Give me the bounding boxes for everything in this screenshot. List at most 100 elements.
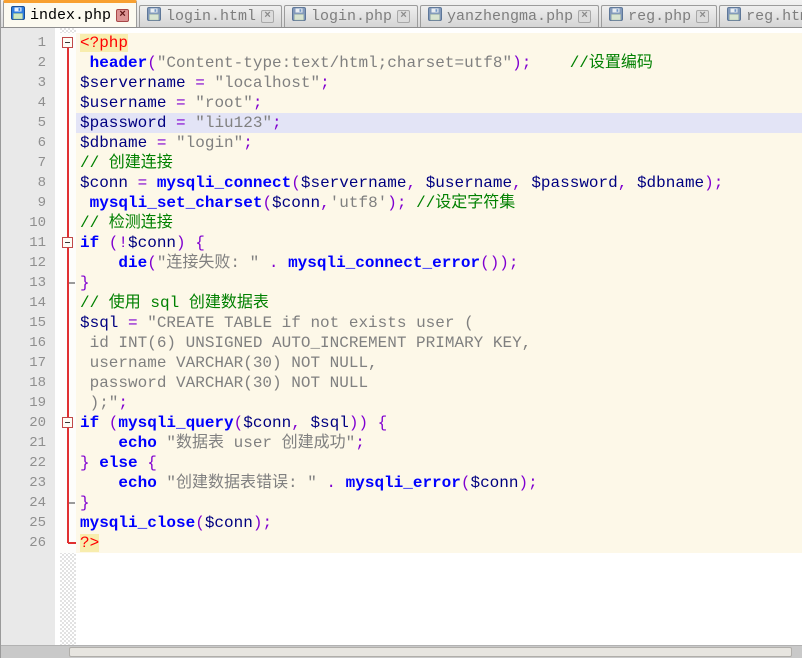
line-number[interactable]: 2 (1, 53, 55, 73)
code-line-3[interactable]: $servername = "localhost"; (76, 73, 802, 93)
code-token: ( (262, 194, 272, 212)
tab-label: reg.html (746, 8, 802, 25)
code-token: $conn (205, 514, 253, 532)
code-token (80, 194, 90, 212)
code-token: $servername (301, 174, 407, 192)
tab-label: login.html (166, 8, 256, 25)
code-token: mysqli_connect_error (288, 254, 480, 272)
code-line-19[interactable]: );"; (76, 393, 802, 413)
code-line-6[interactable]: $dbname = "login"; (76, 133, 802, 153)
tab-index.php[interactable]: index.php× (3, 0, 137, 27)
code-line-18[interactable]: password VARCHAR(30) NOT NULL (76, 373, 802, 393)
tab-close-icon[interactable]: × (397, 10, 410, 23)
code-token: else (99, 454, 137, 472)
code-token: $password (531, 174, 617, 192)
code-token: } (80, 274, 90, 292)
code-line-23[interactable]: echo "创建数据表错误: " . mysqli_error($conn); (76, 473, 802, 493)
line-number[interactable]: 21 (1, 433, 55, 453)
line-number[interactable]: 22 (1, 453, 55, 473)
code-line-7[interactable]: // 创建连接 (76, 153, 802, 173)
fold-collapse-icon[interactable] (62, 417, 73, 428)
line-number[interactable]: 17 (1, 353, 55, 373)
code-token: , (291, 414, 310, 432)
code-token: mysqli_close (80, 514, 195, 532)
line-number[interactable]: 26 (1, 533, 55, 553)
fold-gutter[interactable] (60, 28, 76, 645)
line-number[interactable]: 19 (1, 393, 55, 413)
code-token: ; (118, 394, 128, 412)
code-line-20[interactable]: if (mysqli_query($conn, $sql)) { (76, 413, 802, 433)
fold-guide-line (67, 43, 69, 543)
code-line-25[interactable]: mysqli_close($conn); (76, 513, 802, 533)
editor-window: index.php×login.html×login.php×yanzhengm… (0, 0, 802, 658)
code-line-16[interactable]: id INT(6) UNSIGNED AUTO_INCREMENT PRIMAR… (76, 333, 802, 353)
code-token: "login" (176, 134, 243, 152)
code-line-21[interactable]: echo "数据表 user 创建成功"; (76, 433, 802, 453)
line-number[interactable]: 3 (1, 73, 55, 93)
code-line-10[interactable]: // 检测连接 (76, 213, 802, 233)
fold-collapse-icon[interactable] (62, 37, 73, 48)
line-number[interactable]: 5 (1, 113, 55, 133)
line-number[interactable]: 12 (1, 253, 55, 273)
code-token: = (147, 134, 176, 152)
code-line-14[interactable]: // 使用 sql 创建数据表 (76, 293, 802, 313)
line-number[interactable]: 8 (1, 173, 55, 193)
tab-label: yanzhengma.php (447, 8, 573, 25)
code-line-8[interactable]: $conn = mysqli_connect($servername, $use… (76, 173, 802, 193)
code-token: $conn (470, 474, 518, 492)
tab-close-icon[interactable]: × (578, 10, 591, 23)
fold-collapse-icon[interactable] (62, 237, 73, 248)
line-number[interactable]: 11 (1, 233, 55, 253)
line-number[interactable]: 20 (1, 413, 55, 433)
code-token: ); (387, 194, 406, 212)
code-line-5[interactable]: $password = "liu123"; (76, 113, 802, 133)
line-number[interactable]: 25 (1, 513, 55, 533)
tab-close-icon[interactable]: × (116, 9, 129, 22)
code-token: $username (426, 174, 512, 192)
tab-reg.html[interactable]: reg.html× (719, 5, 802, 27)
code-token: } (80, 494, 90, 512)
line-number[interactable]: 1 (1, 33, 55, 53)
line-number[interactable]: 13 (1, 273, 55, 293)
line-number[interactable]: 15 (1, 313, 55, 333)
code-line-12[interactable]: die("连接失败: " . mysqli_connect_error()); (76, 253, 802, 273)
line-number-gutter[interactable]: 1234567891011121314151617181920212223242… (1, 28, 55, 645)
line-number[interactable]: 18 (1, 373, 55, 393)
tab-login.html[interactable]: login.html × (139, 5, 282, 27)
line-number[interactable]: 24 (1, 493, 55, 513)
line-number[interactable]: 9 (1, 193, 55, 213)
line-number[interactable]: 7 (1, 153, 55, 173)
tab-yanzhengma.php[interactable]: yanzhengma.php × (420, 5, 599, 27)
tab-close-icon[interactable]: × (261, 10, 274, 23)
code-token: , (618, 174, 637, 192)
code-line-26[interactable]: ?> (76, 533, 802, 553)
line-number[interactable]: 6 (1, 133, 55, 153)
line-number[interactable]: 14 (1, 293, 55, 313)
code-line-1[interactable]: <?php (76, 33, 802, 53)
scrollbar-thumb[interactable] (69, 647, 792, 657)
code-line-4[interactable]: $username = "root"; (76, 93, 802, 113)
tab-login.php[interactable]: login.php× (284, 5, 418, 27)
code-token: . (317, 474, 346, 492)
horizontal-scrollbar[interactable] (1, 645, 802, 658)
code-line-17[interactable]: username VARCHAR(30) NOT NULL, (76, 353, 802, 373)
code-line-13[interactable]: } (76, 273, 802, 293)
code-line-24[interactable]: } (76, 493, 802, 513)
code-token (80, 434, 118, 452)
tab-close-icon[interactable]: × (696, 10, 709, 23)
line-number[interactable]: 4 (1, 93, 55, 113)
code-line-11[interactable]: if (!$conn) { (76, 233, 802, 253)
code-line-22[interactable]: } else { (76, 453, 802, 473)
line-number[interactable]: 10 (1, 213, 55, 233)
code-line-15[interactable]: $sql = "CREATE TABLE if not exists user … (76, 313, 802, 333)
code-editor[interactable]: 1234567891011121314151617181920212223242… (1, 28, 802, 645)
line-number[interactable]: 23 (1, 473, 55, 493)
code-token: ( (195, 514, 205, 532)
code-line-2[interactable]: header("Content-type:text/html;charset=u… (76, 53, 802, 73)
code-token: header (90, 54, 148, 72)
line-number[interactable]: 16 (1, 333, 55, 353)
code-line-9[interactable]: mysqli_set_charset($conn,'utf8'); //设定字符… (76, 193, 802, 213)
code-token: $conn (243, 414, 291, 432)
tab-reg.php[interactable]: reg.php× (601, 5, 717, 27)
code-area[interactable]: <?php header("Content-type:text/html;cha… (76, 28, 802, 645)
